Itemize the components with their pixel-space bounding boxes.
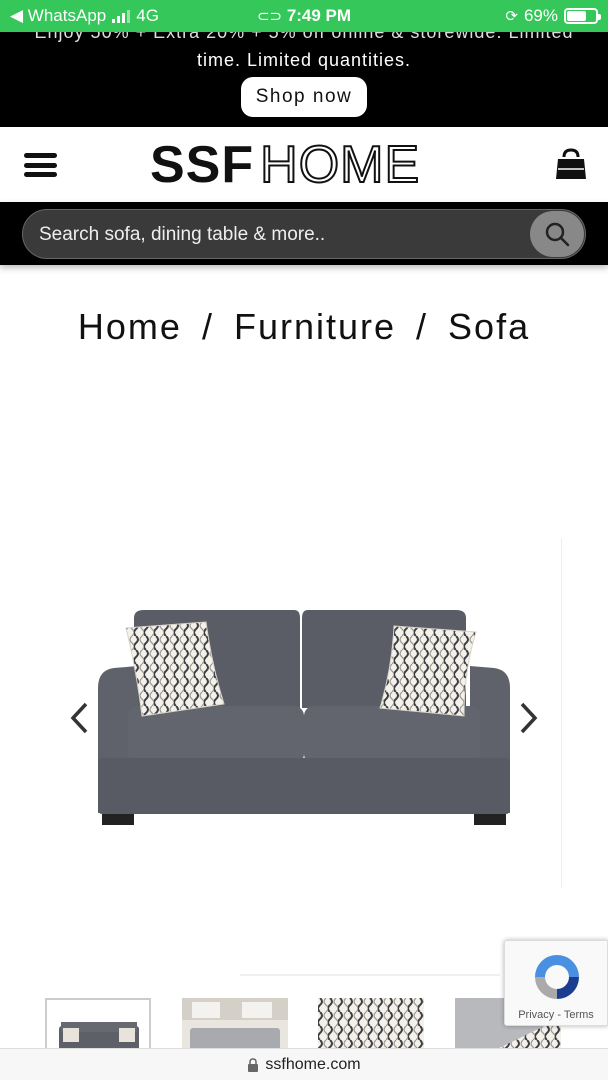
recaptcha-links[interactable]: Privacy - Terms (505, 1009, 607, 1021)
site-header: SSF HOME (0, 127, 608, 202)
status-bar: ◀ WhatsApp 4G ⊂⊃ 7:49 PM ⟳ 69% (0, 0, 608, 32)
status-right: ⟳ 69% (505, 6, 601, 26)
slide-divider (561, 538, 562, 888)
search-bar-container (0, 202, 608, 265)
battery-percent: 69% (523, 6, 558, 25)
promo-banner: Enjoy 50% + Extra 20% + 5% off online & … (0, 32, 608, 127)
breadcrumb-furniture[interactable]: Furniture (234, 306, 396, 347)
page: ◀ WhatsApp 4G ⊂⊃ 7:49 PM ⟳ 69% Enjoy 50%… (0, 0, 608, 1080)
link-icon: ⊂⊃ (256, 8, 283, 25)
gallery-divider (240, 974, 500, 976)
thumbnail-3[interactable] (318, 998, 424, 1050)
network-label: 4G (136, 6, 159, 25)
breadcrumb-separator: / (416, 306, 429, 347)
battery-icon (564, 8, 601, 24)
status-time: 7:49 PM (286, 6, 352, 25)
browser-url-bar[interactable]: ssfhome.com (0, 1048, 608, 1080)
breadcrumb: Home / Furniture / Sofa (0, 306, 608, 348)
search-icon (545, 222, 570, 247)
search-box (22, 209, 586, 259)
signal-icon (112, 9, 131, 23)
search-button[interactable] (530, 211, 584, 257)
chevron-left-icon[interactable] (68, 700, 92, 736)
back-to-app-link[interactable]: ◀ WhatsApp (10, 6, 106, 26)
site-logo[interactable]: SSF HOME (150, 135, 420, 195)
status-left: ◀ WhatsApp 4G (10, 6, 159, 26)
rotation-lock-icon: ⟳ (505, 8, 518, 25)
promo-text-line1: Enjoy 50% + Extra 20% + 5% off online & … (34, 32, 574, 42)
recaptcha-badge[interactable]: Privacy - Terms (504, 940, 608, 1026)
promo-text-line2: time. Limited quantities. (196, 50, 412, 70)
hamburger-icon[interactable] (24, 153, 57, 177)
thumbnail-1[interactable] (45, 998, 151, 1050)
product-image-sofa[interactable] (94, 608, 514, 830)
breadcrumb-home[interactable]: Home (78, 306, 182, 347)
product-gallery (0, 530, 608, 890)
lock-icon (248, 1057, 259, 1072)
thumbnail-2[interactable] (182, 998, 288, 1050)
chevron-right-icon[interactable] (516, 700, 540, 736)
search-input[interactable] (39, 218, 519, 252)
recaptcha-icon (535, 955, 579, 999)
breadcrumb-sofa: Sofa (448, 306, 531, 347)
breadcrumb-separator: / (201, 306, 214, 347)
shop-now-button[interactable]: Shop now (241, 77, 367, 117)
shopping-bag-icon[interactable] (556, 147, 586, 181)
logo-bold-text: SSF (150, 136, 255, 194)
url-domain: ssfhome.com (265, 1055, 361, 1073)
logo-outline-text: HOME (259, 135, 421, 195)
